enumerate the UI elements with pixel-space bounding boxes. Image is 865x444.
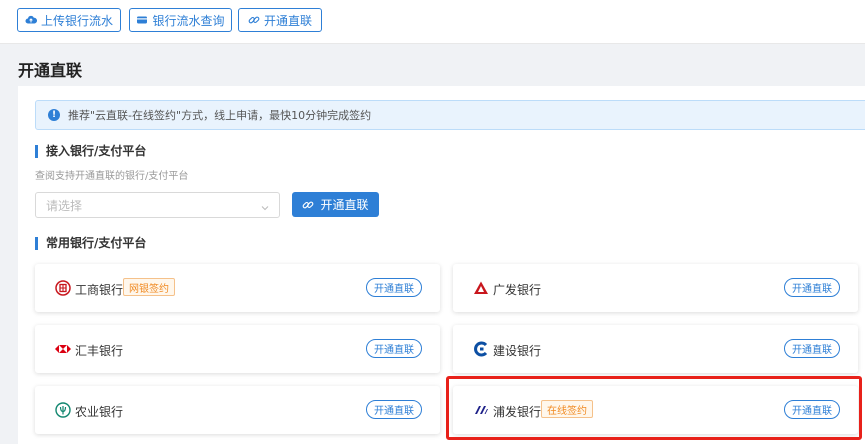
- card-icon: [136, 14, 148, 26]
- abc-logo-icon: [55, 402, 71, 418]
- status-badge: 在线签约: [541, 400, 593, 418]
- query-statement-label: 银行流水查询: [152, 13, 225, 28]
- bank-name: 浦发银行: [493, 405, 542, 419]
- hsbc-logo-icon: [55, 341, 71, 357]
- access-section-title: 接入银行/支付平台: [35, 145, 146, 158]
- bank-card-hsbc: 汇丰银行 开通直联: [35, 325, 440, 373]
- open-direct-link-toolbar-label: 开通直联: [263, 13, 312, 28]
- link-icon: [248, 14, 260, 26]
- common-section-title: 常用银行/支付平台: [35, 237, 146, 250]
- open-direct-link-button[interactable]: 开通直联: [784, 339, 840, 358]
- page-title: 开通直联: [18, 61, 83, 80]
- bank-name: 工商银行: [75, 283, 124, 297]
- open-direct-link-toolbar-button[interactable]: 开通直联: [238, 8, 322, 32]
- bank-card-icbc: 工商银行 网银签约 开通直联: [35, 264, 440, 312]
- open-direct-link-button[interactable]: 开通直联: [366, 400, 422, 419]
- info-icon: !: [48, 109, 60, 121]
- bank-select[interactable]: 请选择: [35, 192, 280, 218]
- bank-name: 建设银行: [493, 344, 542, 358]
- open-direct-link-button[interactable]: 开通直联: [292, 192, 379, 217]
- notice-text: 推荐"云直联-在线签约"方式，线上申请，最快10分钟完成签约: [68, 109, 372, 122]
- cloud-upload-icon: [25, 14, 37, 26]
- bank-name: 广发银行: [493, 283, 542, 297]
- top-toolbar: 上传银行流水 银行流水查询 开通直联: [0, 0, 865, 44]
- recommend-notice: ! 推荐"云直联-在线签约"方式，线上申请，最快10分钟完成签约: [35, 100, 865, 130]
- bank-card-abc: 农业银行 开通直联: [35, 386, 440, 434]
- bank-card-spdb: 浦发银行 在线签约 开通直联: [453, 386, 858, 434]
- bank-name: 汇丰银行: [75, 344, 124, 358]
- bank-card-ccb: 建设银行 开通直联: [453, 325, 858, 373]
- open-direct-link-button[interactable]: 开通直联: [784, 400, 840, 419]
- upload-statement-label: 上传银行流水: [40, 13, 113, 28]
- icbc-logo-icon: [55, 280, 71, 296]
- chevron-down-icon: [261, 201, 269, 211]
- link-icon: [302, 199, 314, 211]
- cgb-logo-icon: [473, 280, 489, 296]
- query-statement-button[interactable]: 银行流水查询: [129, 8, 232, 32]
- access-section-subtitle: 查阅支持开通直联的银行/支付平台: [35, 171, 189, 182]
- open-direct-link-button[interactable]: 开通直联: [784, 278, 840, 297]
- spdb-logo-icon: [473, 402, 489, 418]
- ccb-logo-icon: [473, 341, 489, 357]
- bank-card-cgb: 广发银行 开通直联: [453, 264, 858, 312]
- open-direct-link-button[interactable]: 开通直联: [366, 278, 422, 297]
- open-direct-link-button[interactable]: 开通直联: [366, 339, 422, 358]
- bank-select-placeholder: 请选择: [46, 198, 83, 213]
- upload-statement-button[interactable]: 上传银行流水: [17, 8, 121, 32]
- status-badge: 网银签约: [123, 278, 175, 296]
- bank-name: 农业银行: [75, 405, 124, 419]
- open-direct-link-label: 开通直联: [320, 198, 369, 212]
